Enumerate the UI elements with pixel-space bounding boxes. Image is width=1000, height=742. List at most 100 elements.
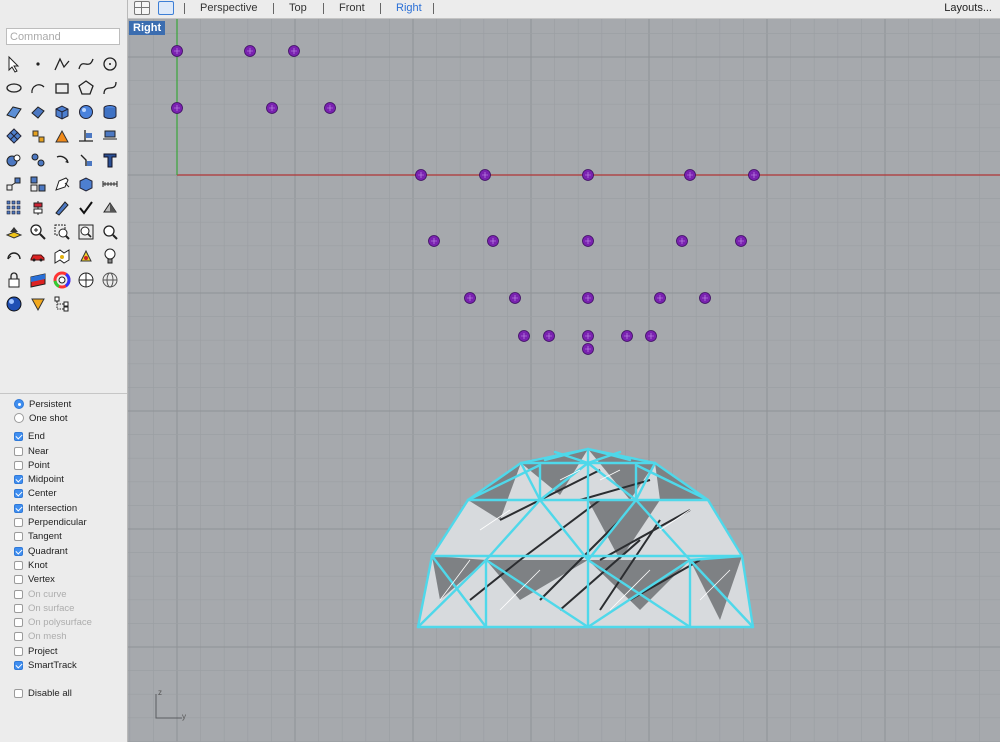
car-icon[interactable] [26, 244, 50, 268]
tab-perspective[interactable]: Perspective [200, 2, 257, 14]
grid-array-icon[interactable] [2, 196, 26, 220]
osnap-near[interactable]: Near [14, 444, 124, 458]
trim-icon[interactable] [74, 124, 98, 148]
checkbox[interactable] [14, 560, 23, 570]
single-viewport-icon[interactable] [158, 1, 174, 15]
lightbulb-icon[interactable] [98, 244, 122, 268]
snap-label: Knot [28, 559, 48, 571]
ellipse-icon[interactable] [2, 76, 26, 100]
fillet-icon[interactable] [50, 124, 74, 148]
sphere-render-icon[interactable] [2, 292, 26, 316]
boolean-icon[interactable] [2, 148, 26, 172]
radio-button[interactable] [14, 413, 24, 424]
map-icon[interactable] [50, 244, 74, 268]
point-icon[interactable] [26, 52, 50, 76]
osnap-point[interactable]: Point [14, 458, 124, 472]
checkbox[interactable] [14, 518, 23, 528]
zoom-in-icon[interactable] [26, 220, 50, 244]
osnap-quadrant[interactable]: Quadrant [14, 544, 124, 558]
wedge-icon[interactable] [26, 292, 50, 316]
osnap-mode-persistent[interactable]: Persistent [14, 397, 124, 411]
layouts-button[interactable]: Layouts... [944, 2, 992, 14]
material-icon[interactable] [26, 268, 50, 292]
circle-icon[interactable] [98, 52, 122, 76]
checkbox[interactable] [14, 475, 23, 485]
render-icon[interactable] [2, 244, 26, 268]
checkbox [14, 618, 23, 628]
osnap-intersection[interactable]: Intersection [14, 501, 124, 515]
command-input[interactable] [6, 28, 120, 45]
panel-divider[interactable] [0, 393, 127, 394]
checkbox[interactable] [14, 446, 23, 456]
radio-button[interactable] [14, 399, 24, 410]
curve-icon[interactable] [74, 52, 98, 76]
lock-icon[interactable] [2, 268, 26, 292]
select-arrow-icon[interactable] [2, 52, 26, 76]
zoom-icon[interactable] [98, 220, 122, 244]
check-icon[interactable] [74, 196, 98, 220]
checkbox[interactable] [14, 575, 23, 585]
rotate-icon[interactable] [50, 148, 74, 172]
viewport-canvas[interactable] [128, 19, 1000, 742]
freeform-curve-icon[interactable] [98, 76, 122, 100]
light-icon[interactable] [74, 244, 98, 268]
osnap-end[interactable]: End [14, 430, 124, 444]
wireframe-icon[interactable] [98, 268, 122, 292]
arc-icon[interactable] [26, 76, 50, 100]
viewport-title[interactable]: Right [129, 21, 166, 35]
tab-top[interactable]: Top [289, 2, 307, 14]
group-icon[interactable] [26, 148, 50, 172]
osnap-vertex[interactable]: Vertex [14, 573, 124, 587]
rectangle-icon[interactable] [50, 76, 74, 100]
box-edit-icon[interactable] [74, 172, 98, 196]
pencil-edit-icon[interactable] [50, 196, 74, 220]
explode-icon[interactable] [26, 124, 50, 148]
right-viewport[interactable] [128, 19, 1000, 742]
osnap-center[interactable]: Center [14, 487, 124, 501]
osnap-tangent[interactable]: Tangent [14, 530, 124, 544]
array-icon[interactable] [26, 172, 50, 196]
checkbox[interactable] [14, 532, 23, 542]
osnap-midpoint[interactable]: Midpoint [14, 472, 124, 486]
ghosted-icon[interactable] [74, 268, 98, 292]
osnap-perpendicular[interactable]: Perpendicular [14, 515, 124, 529]
osnap-knot[interactable]: Knot [14, 558, 124, 572]
disable-all-checkbox[interactable]: Disable all [14, 687, 124, 701]
dimension-icon[interactable] [98, 172, 122, 196]
split-icon[interactable] [98, 124, 122, 148]
osnap-mode-one-shot[interactable]: One shot [14, 411, 124, 425]
polyline-icon[interactable] [50, 52, 74, 76]
checkbox[interactable] [14, 546, 23, 556]
box-icon[interactable] [50, 100, 74, 124]
osnap-smarttrack[interactable]: SmartTrack [14, 658, 124, 672]
hierarchy-icon[interactable] [50, 292, 74, 316]
polygon-icon[interactable] [74, 76, 98, 100]
dimension-vertical-icon[interactable] [26, 196, 50, 220]
layer-icon[interactable] [2, 220, 26, 244]
four-viewports-icon[interactable] [134, 1, 150, 15]
checkbox[interactable] [14, 489, 23, 499]
extrude-icon[interactable] [26, 100, 50, 124]
osnap-project[interactable]: Project [14, 644, 124, 658]
transform-icon[interactable] [2, 172, 26, 196]
left-sidebar: Persistent One shot End Near Point Midpoint Ce… [0, 0, 128, 742]
move-3d-icon[interactable] [74, 148, 98, 172]
text-icon[interactable] [98, 148, 122, 172]
mesh-icon[interactable] [2, 124, 26, 148]
zoom-window-icon[interactable] [50, 220, 74, 244]
checkbox[interactable] [14, 660, 23, 670]
checkbox[interactable] [14, 503, 23, 513]
checkbox[interactable] [14, 432, 23, 442]
edit-icon[interactable] [50, 172, 74, 196]
shade-icon[interactable] [98, 196, 122, 220]
color-wheel-icon[interactable] [50, 268, 74, 292]
surface-from-points-icon[interactable] [2, 100, 26, 124]
checkbox[interactable] [14, 689, 23, 699]
tab-right[interactable]: Right [396, 2, 422, 14]
zoom-extents-icon[interactable] [74, 220, 98, 244]
tab-front[interactable]: Front [339, 2, 365, 14]
checkbox[interactable] [14, 646, 23, 656]
sphere-icon[interactable] [74, 100, 98, 124]
checkbox[interactable] [14, 460, 23, 470]
cylinder-icon[interactable] [98, 100, 122, 124]
